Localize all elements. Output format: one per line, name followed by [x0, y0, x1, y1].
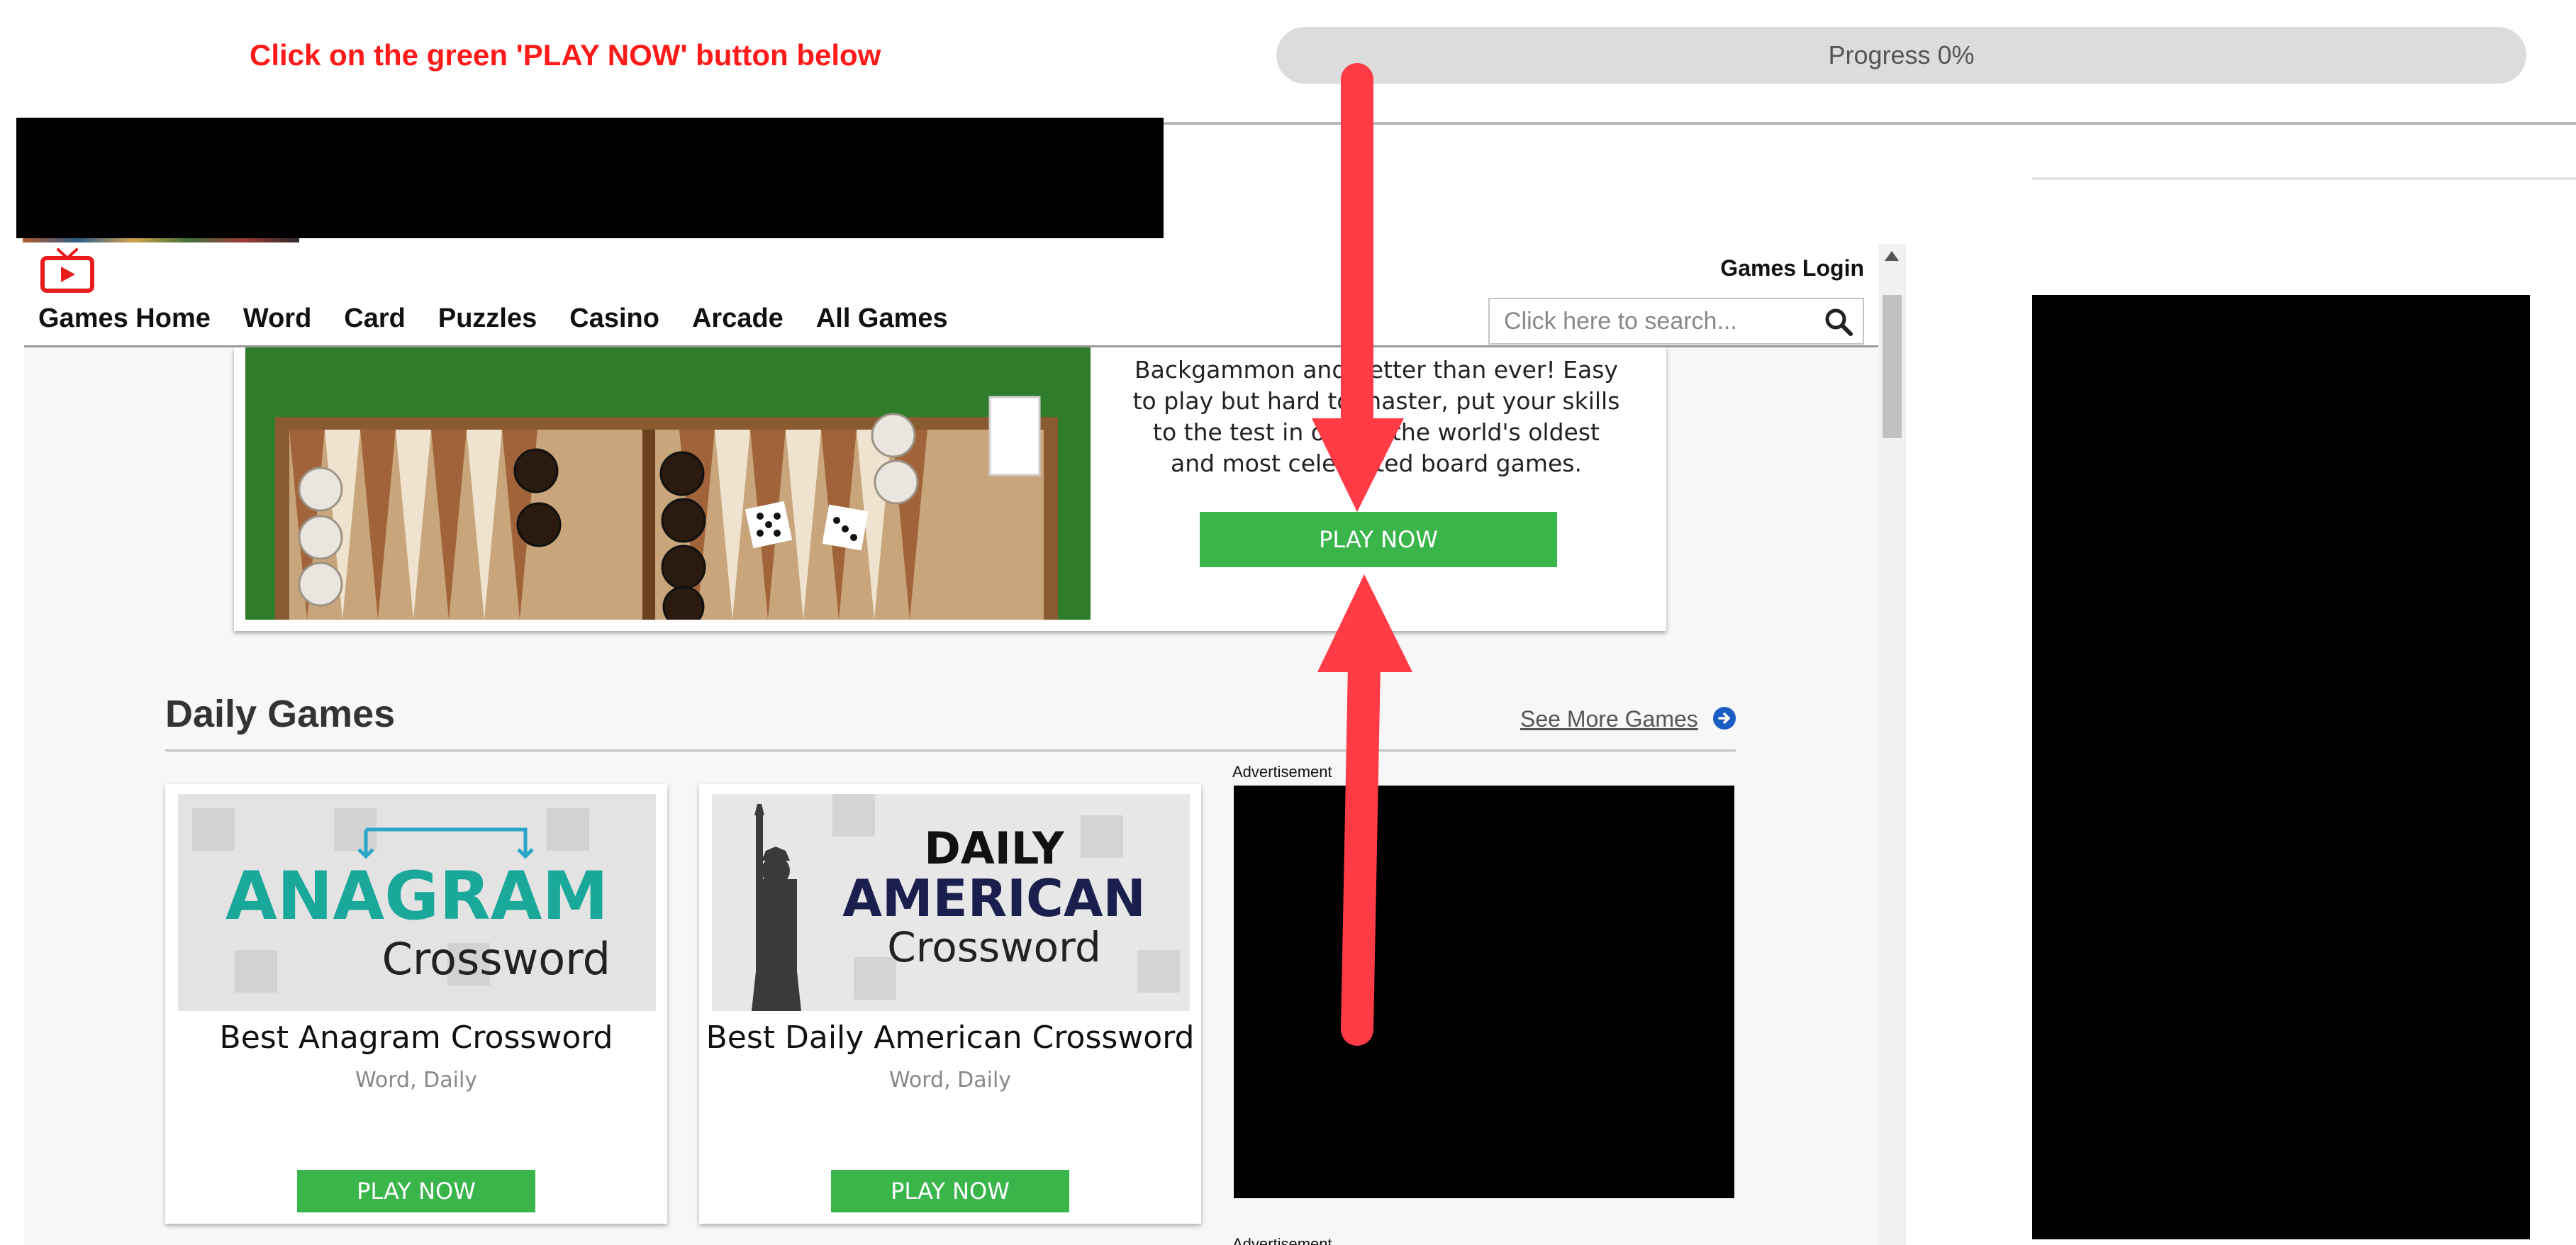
nav-item-word[interactable]: Word [243, 303, 311, 334]
game-title[interactable]: Best Anagram Crossword [165, 1020, 667, 1056]
advertisement-label-2: Advertisement [1232, 1235, 1332, 1245]
daily-american-crossword-logo: DAILY AMERICAN Crossword [712, 794, 1190, 1011]
anagram-crossword-logo: ANAGRAM Crossword [178, 794, 656, 1011]
page-viewport: Backgammon and better than ever! Easy to… [24, 244, 1906, 1245]
site-header: Games Login Games Home Word Card Puzzles… [24, 244, 1878, 347]
game-card-daily-american-crossword[interactable]: DAILY AMERICAN Crossword Best Daily Amer… [699, 784, 1201, 1224]
nav-item-arcade[interactable]: Arcade [692, 303, 784, 334]
advertisement-box[interactable] [1234, 786, 1734, 1198]
page-scrollbar[interactable] [1878, 244, 1906, 1245]
right-divider [2032, 177, 2576, 180]
anagram-crossword-thumbnail[interactable]: ANAGRAM Crossword [178, 794, 656, 1011]
game-title[interactable]: Best Daily American Crossword [699, 1020, 1201, 1056]
section-title-daily-games: Daily Games [165, 693, 396, 735]
search-box[interactable] [1488, 298, 1864, 345]
logo-text-top: DAILY [924, 822, 1064, 874]
scroll-up-arrow-icon[interactable] [1885, 251, 1899, 261]
tv-logo-icon[interactable] [40, 247, 95, 294]
nav-item-casino[interactable]: Casino [569, 303, 659, 334]
logo-text-top: ANAGRAM [225, 858, 608, 935]
nav-item-card[interactable]: Card [344, 303, 406, 334]
scroll-thumb[interactable] [1883, 295, 1902, 438]
section-divider [165, 749, 1736, 752]
featured-description: Backgammon and better than ever! Easy to… [1132, 356, 1620, 477]
search-input[interactable] [1504, 299, 1809, 343]
game-tags: Word, Daily [888, 1068, 1012, 1093]
banner-strip [23, 238, 299, 242]
progress-bar: Progress 0% [1276, 27, 2526, 84]
logo-text-bottom: Crossword [382, 933, 610, 985]
main-nav: Games Home Word Card Puzzles Casino Arca… [38, 303, 948, 334]
play-now-button[interactable]: PLAY NOW [831, 1170, 1069, 1212]
games-login-link[interactable]: Games Login [1720, 255, 1864, 281]
nav-item-games-home[interactable]: Games Home [38, 303, 211, 334]
backgammon-image[interactable] [245, 347, 1091, 620]
redacted-banner [16, 118, 1164, 238]
game-tags: Word, Daily [355, 1068, 478, 1093]
instruction-text: Click on the green 'PLAY NOW' button bel… [250, 38, 881, 72]
nav-item-all-games[interactable]: All Games [816, 303, 948, 334]
featured-play-now-button[interactable]: PLAY NOW [1200, 512, 1557, 567]
arrow-circle-right-icon[interactable] [1712, 706, 1736, 730]
featured-game-card: Backgammon and better than ever! Easy to… [234, 347, 1666, 631]
logo-text-bottom: Crossword [887, 923, 1101, 971]
daily-american-crossword-thumbnail[interactable]: DAILY AMERICAN Crossword [712, 794, 1190, 1011]
game-card-anagram-crossword[interactable]: ANAGRAM Crossword Best Anagram Crossword… [165, 784, 667, 1224]
logo-text-mid: AMERICAN [842, 869, 1146, 928]
play-now-button[interactable]: PLAY NOW [297, 1170, 535, 1212]
progress-label: Progress 0% [1828, 40, 1975, 69]
nav-item-puzzles[interactable]: Puzzles [438, 303, 537, 334]
search-icon[interactable] [1824, 308, 1853, 336]
backgammon-board-illustration [245, 347, 1091, 620]
see-more-games-link[interactable]: See More Games [1520, 706, 1698, 732]
advertisement-label: Advertisement [1232, 763, 1332, 781]
sidebar-advertisement-box[interactable] [2032, 295, 2530, 1239]
